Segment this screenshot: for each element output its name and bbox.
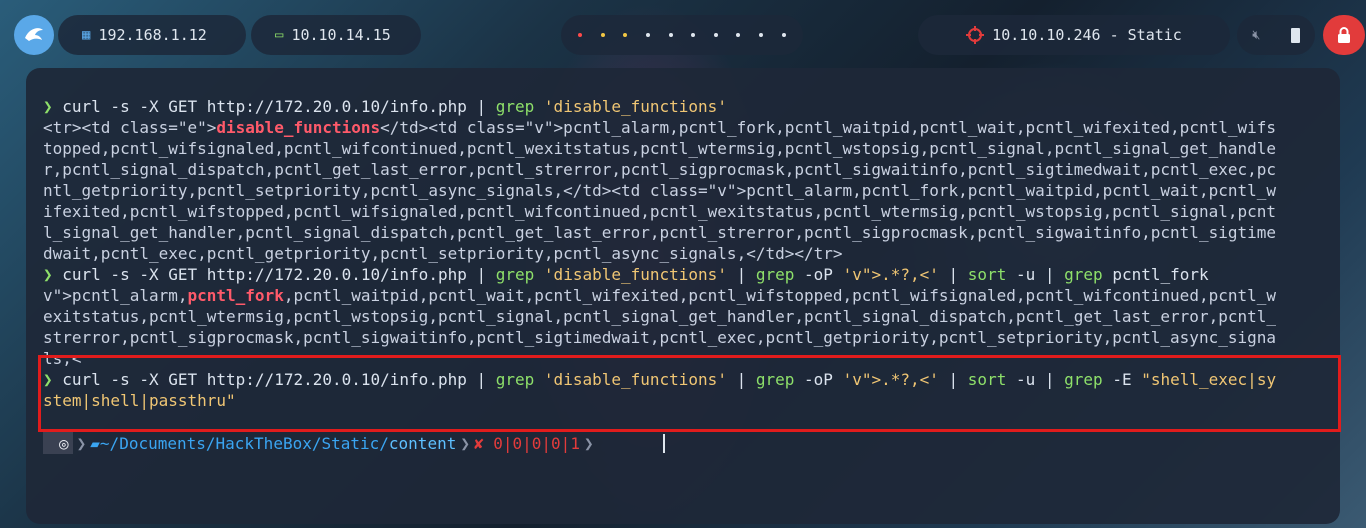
terminal-text-segment: grep <box>1064 265 1113 284</box>
terminal-text-segment: exitstatus,pcntl_wtermsig,pcntl_wstopsig… <box>43 307 1276 326</box>
vpn-ip-widget[interactable]: ▭ 10.10.14.15 <box>251 15 421 55</box>
terminal-text-segment: </td><td class="v">pcntl_alarm,pcntl_for… <box>380 118 1277 137</box>
terminal-text-segment: sort <box>967 265 1016 284</box>
terminal-text-segment: strerror,pcntl_sigprocmask,pcntl_sigwait… <box>43 328 1276 347</box>
laptop-icon: ▭ <box>275 27 284 43</box>
battery-icon[interactable] <box>1290 27 1300 43</box>
workspace-dot-9[interactable] <box>759 33 764 37</box>
terminal-text-segment: 'v">.*?,<' <box>842 265 939 284</box>
workspace-dot-4[interactable] <box>646 33 651 37</box>
prompt-exit-status: ✘ 0|0|0|0|1 <box>473 433 580 453</box>
system-tray[interactable]: 🔇︎ <box>1237 15 1315 55</box>
terminal-text-segment: topped,pcntl_wifsignaled,pcntl_wifcontin… <box>43 139 1276 158</box>
terminal-text-segment: ❯ <box>43 97 63 116</box>
terminal-text-segment: <tr><td class="e"> <box>43 118 217 137</box>
workspace-dot-6[interactable] <box>691 33 696 37</box>
local-ip-widget[interactable]: ▦ 192.168.1.12 <box>58 15 246 55</box>
terminal-text-segment: -u | <box>1015 265 1065 284</box>
lock-button[interactable] <box>1323 15 1365 55</box>
terminal-line: v">pcntl_alarm,pcntl_fork,pcntl_waitpid,… <box>43 285 1333 306</box>
prompt-current-dir: content <box>388 433 457 453</box>
terminal-text-segment: dwait,pcntl_exec,pcntl_getpriority,pcntl… <box>43 244 843 263</box>
terminal-text-segment: -oP <box>804 265 843 284</box>
terminal-line: dwait,pcntl_exec,pcntl_getpriority,pcntl… <box>43 243 1333 264</box>
terminal-text-segment: v">pcntl_alarm, <box>43 286 188 305</box>
terminal-text-segment: curl -s -X GET http://172.20.0.10/info.p… <box>62 265 496 284</box>
terminal-text-segment: ❯ <box>43 265 63 284</box>
workspace-dot-5[interactable] <box>668 33 673 37</box>
terminal-line: r,pcntl_signal_dispatch,pcntl_get_last_e… <box>43 159 1333 180</box>
terminal-line: ifexited,pcntl_wifstopped,pcntl_wifsigna… <box>43 201 1333 222</box>
terminal-text-segment: ntl_getpriority,pcntl_setpriority,pcntl_… <box>43 181 1276 200</box>
terminal-text-segment: ,pcntl_waitpid,pcntl_wait,pcntl_wifexite… <box>283 286 1277 305</box>
prompt-separator-icon-3: ❯ <box>583 433 594 453</box>
folder-icon: ▰ <box>90 433 100 453</box>
prompt-os-segment: ◎ <box>43 432 73 454</box>
terminal-text-segment: r,pcntl_signal_dispatch,pcntl_get_last_e… <box>43 160 1276 179</box>
volume-muted-icon[interactable]: 🔇︎ <box>1252 28 1260 43</box>
workspace-dot-3[interactable] <box>623 33 628 37</box>
terminal-line: topped,pcntl_wifsignaled,pcntl_wifcontin… <box>43 138 1333 159</box>
terminal-text-segment: | <box>726 265 756 284</box>
shark-logo-icon <box>25 28 43 41</box>
terminal-text-segment: curl -s -X GET http://172.20.0.10/info.p… <box>62 97 496 116</box>
terminal-text-segment: l_signal_get_handler,pcntl_signal_dispat… <box>43 223 1276 242</box>
terminal-text-segment: grep <box>495 265 544 284</box>
terminal-text-segment: 'disable_functions' <box>543 97 727 116</box>
network-icon: ▦ <box>82 27 91 43</box>
terminal-text-segment: pcntl_fork <box>187 286 284 305</box>
target-widget[interactable]: 10.10.10.246 - Static <box>918 15 1230 55</box>
terminal-text-segment: pcntl_fork <box>1112 265 1209 284</box>
launcher-button[interactable] <box>14 15 54 55</box>
terminal-text-segment: grep <box>495 97 544 116</box>
lock-icon <box>1338 27 1350 43</box>
prompt-separator-icon-2: ❯ <box>460 433 470 453</box>
target-label: 10.10.10.246 - Static <box>992 26 1182 44</box>
highlight-box <box>38 355 1341 432</box>
terminal-text-segment: grep <box>755 265 805 284</box>
workspace-dot-10[interactable] <box>781 33 786 37</box>
top-bar: ▦ 192.168.1.12 ▭ 10.10.14.15 10.10.10.24… <box>0 0 1366 70</box>
workspace-dot-2[interactable] <box>600 33 605 37</box>
terminal-line: strerror,pcntl_sigprocmask,pcntl_sigwait… <box>43 327 1333 348</box>
terminal-line: exitstatus,pcntl_wtermsig,pcntl_wstopsig… <box>43 306 1333 327</box>
prompt-path: ~/Documents/HackTheBox/Static/ <box>99 433 389 453</box>
terminal-text-segment: | <box>938 265 968 284</box>
local-ip-label: 192.168.1.12 <box>98 26 207 44</box>
terminal-line: ❯ curl -s -X GET http://172.20.0.10/info… <box>43 96 1333 117</box>
terminal-line: l_signal_get_handler,pcntl_signal_dispat… <box>43 222 1333 243</box>
workspace-dot-1[interactable] <box>578 33 583 37</box>
workspace-switcher[interactable] <box>561 15 803 55</box>
terminal-text-segment: disable_functions <box>216 118 381 137</box>
crosshair-icon <box>966 26 985 44</box>
terminal-line: ❯ curl -s -X GET http://172.20.0.10/info… <box>43 264 1333 285</box>
workspace-dot-7[interactable] <box>713 33 718 37</box>
prompt-separator-icon: ❯ <box>76 433 87 453</box>
terminal-text-segment: 'disable_functions' <box>543 265 727 284</box>
vpn-ip-label: 10.10.14.15 <box>291 26 391 44</box>
shell-prompt: ◎ ❯ ▰ ~/Documents/HackTheBox/Static/ con… <box>43 432 623 454</box>
text-cursor <box>663 434 665 453</box>
terminal-line: ntl_getpriority,pcntl_setpriority,pcntl_… <box>43 180 1333 201</box>
workspace-dot-8[interactable] <box>736 33 741 37</box>
debian-icon: ◎ <box>59 433 69 453</box>
terminal-line: <tr><td class="e">disable_functions</td>… <box>43 117 1333 138</box>
terminal-text-segment: ifexited,pcntl_wifstopped,pcntl_wifsigna… <box>43 202 1276 221</box>
